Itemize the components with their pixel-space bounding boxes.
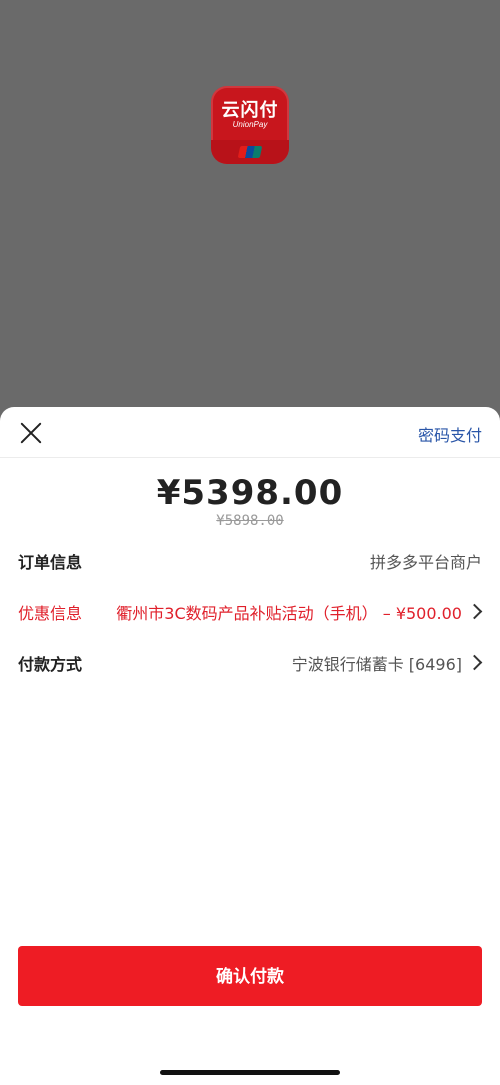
payment-method-row[interactable]: 付款方式 宁波银行储蓄卡 [6496]: [18, 647, 483, 677]
sheet-header: 密码支付: [0, 407, 500, 457]
logo-title-en: UnionPay: [232, 120, 268, 129]
dim-backdrop[interactable]: [0, 0, 500, 410]
password-pay-link[interactable]: 密码支付: [418, 422, 482, 446]
promo-info-value: 衢州市3C数码产品补贴活动（手机） – ¥500.00: [116, 604, 462, 623]
header-divider: [0, 457, 500, 458]
chevron-right-icon[interactable]: [466, 603, 483, 620]
payment-sheet: 密码支付 ¥5398.00 ¥5898.00 订单信息 拼多多平台商户 优惠信息…: [0, 407, 500, 1085]
order-info-value: 拼多多平台商户: [369, 553, 482, 572]
logo-title-cn: 云闪付: [221, 100, 279, 121]
payment-amount: ¥5398.00: [156, 473, 344, 513]
chevron-right-icon[interactable]: [466, 654, 483, 671]
payment-method-label: 付款方式: [18, 655, 83, 674]
promo-info-row[interactable]: 优惠信息 衢州市3C数码产品补贴活动（手机） – ¥500.00: [18, 596, 483, 626]
payment-method-value: 宁波银行储蓄卡 [6496]: [291, 655, 462, 674]
confirm-payment-button[interactable]: 确认付款: [18, 946, 482, 1006]
home-indicator[interactable]: [160, 1070, 340, 1075]
original-amount: ¥5898.00: [216, 513, 284, 529]
order-info-row: 订单信息 拼多多平台商户: [18, 545, 482, 575]
close-icon[interactable]: [18, 420, 44, 446]
order-info-label: 订单信息: [18, 553, 83, 572]
unionpay-logo-icon: 云闪付 UnionPay: [211, 86, 289, 164]
card-icon: [237, 146, 263, 158]
promo-info-label: 优惠信息: [18, 604, 83, 623]
